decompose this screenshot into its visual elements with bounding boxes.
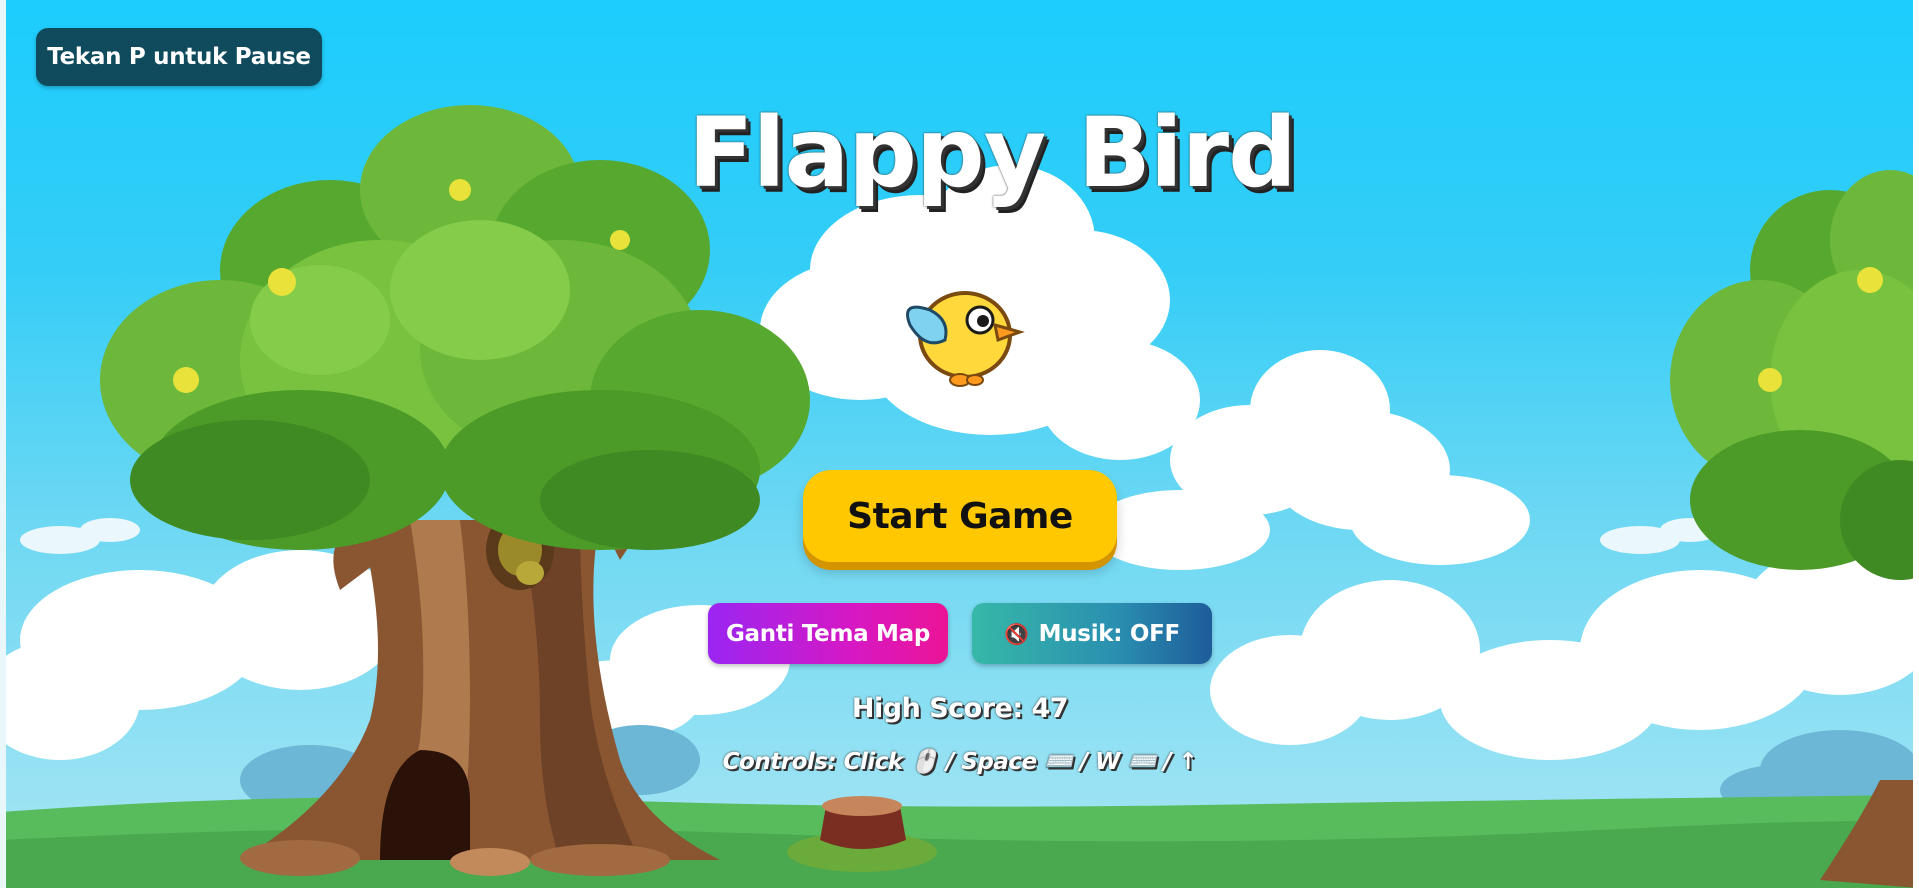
start-game-button[interactable]: Start Game xyxy=(803,470,1117,562)
pause-hint-badge: Tekan P untuk Pause xyxy=(36,28,322,86)
muted-speaker-icon: 🔇 xyxy=(1004,621,1029,646)
controls-hint: Controls: Click 🖱️ / Space ⌨️ / W ⌨️ / ↑ xyxy=(722,749,1198,775)
high-score: High Score: 47 xyxy=(851,693,1069,724)
game-title: Flappy Bird xyxy=(688,97,1297,209)
music-toggle-button[interactable]: 🔇 Musik: OFF xyxy=(972,603,1212,664)
frame-edge-left xyxy=(0,0,6,888)
game-screen: Tekan P untuk Pause Flappy Bird Start Ga… xyxy=(0,0,1919,888)
change-theme-button[interactable]: Ganti Tema Map xyxy=(708,603,948,664)
frame-edge-right xyxy=(1913,0,1919,888)
bird-icon xyxy=(906,291,1025,387)
music-toggle-label: Musik: OFF xyxy=(1038,620,1181,647)
